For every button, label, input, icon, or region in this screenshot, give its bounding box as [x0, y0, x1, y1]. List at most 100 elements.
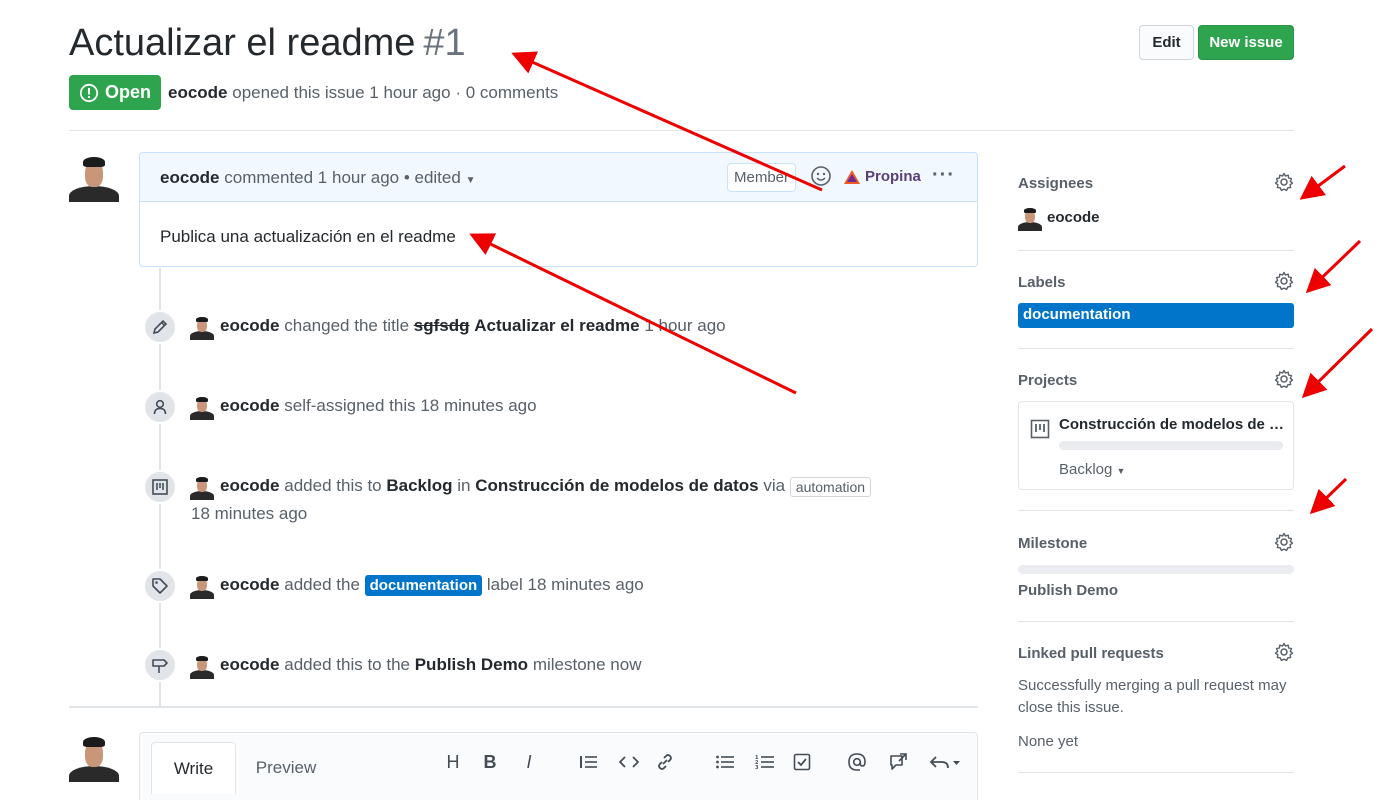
milestone-link[interactable]: Publish Demo	[415, 655, 528, 674]
gear-icon[interactable]	[1274, 532, 1294, 557]
annotation-arrow	[1309, 477, 1348, 515]
reply-icon[interactable]	[926, 750, 966, 774]
sidebar-heading[interactable]: Milestone	[1018, 535, 1294, 552]
tab-write[interactable]: Write	[151, 742, 236, 794]
comment-meta[interactable]: commented 1 hour ago • edited	[224, 168, 461, 187]
issue-title: Actualizar el readme #1	[69, 22, 466, 65]
code-icon[interactable]	[616, 750, 642, 774]
avatar[interactable]	[190, 316, 214, 340]
sidebar-milestone: Milestone	[1018, 532, 1294, 552]
avatar[interactable]	[190, 575, 214, 599]
avatar[interactable]	[190, 396, 214, 420]
timeline-author-link[interactable]: eocode	[220, 396, 280, 415]
timeline-time[interactable]: 1 hour ago	[644, 316, 725, 335]
pencil-icon	[143, 310, 177, 344]
avatar[interactable]	[69, 735, 119, 782]
timeline-self-assign: eocode self-assigned this 18 minutes ago	[220, 396, 537, 416]
avatar[interactable]	[190, 655, 214, 679]
mention-icon[interactable]	[844, 750, 870, 774]
gear-icon[interactable]	[1274, 642, 1294, 667]
sidebar-heading[interactable]: Labels	[1018, 274, 1294, 291]
timeline-title-change: eocode changed the title sgfsdg Actualiz…	[220, 316, 726, 336]
gear-icon[interactable]	[1274, 369, 1294, 394]
issue-author-link[interactable]: eocode	[168, 83, 228, 102]
caret-down-icon: ▼	[1116, 466, 1126, 476]
timeline-action-text: milestone now	[532, 655, 642, 674]
project-card: Construcción de modelos de datos Backlog…	[1018, 401, 1294, 490]
annotation-arrow	[1301, 327, 1374, 399]
chevron-down-icon[interactable]: ▼	[466, 175, 476, 186]
sidebar-heading[interactable]: Linked pull requests	[1018, 645, 1294, 662]
project-column-name: Backlog	[386, 476, 453, 495]
milestone-icon	[143, 648, 177, 682]
cross-reference-icon[interactable]	[885, 750, 911, 774]
comment-author-link[interactable]: eocode	[160, 168, 220, 187]
gear-icon[interactable]	[1274, 271, 1294, 296]
avatar[interactable]	[1018, 207, 1042, 231]
avatar[interactable]	[69, 155, 119, 202]
timeline-author-link[interactable]: eocode	[220, 655, 280, 674]
timeline-action-text: added the	[284, 575, 360, 594]
project-link[interactable]: Construcción de modelos de datos	[1059, 416, 1285, 433]
sidebar-divider	[1018, 621, 1294, 622]
assignee-name[interactable]: eocode	[1047, 209, 1100, 226]
bold-icon[interactable]: B	[477, 750, 503, 774]
unordered-list-icon[interactable]	[712, 750, 738, 774]
comment-author-line: eocode commented 1 hour ago • edited ▼	[160, 168, 475, 188]
sidebar-heading[interactable]: Projects	[1018, 372, 1294, 389]
timeline-label-add: eocode added the documentation label 18 …	[220, 575, 644, 597]
propina-label: Propina	[865, 168, 921, 185]
issue-number: #1	[423, 22, 466, 64]
issue-comment: eocode commented 1 hour ago • edited ▼ M…	[139, 152, 978, 267]
milestone-link[interactable]: Publish Demo	[1018, 582, 1118, 599]
timeline-end-divider	[69, 706, 978, 708]
automation-badge: automation	[789, 476, 872, 497]
sidebar-divider	[1018, 250, 1294, 251]
timeline-via-text: via	[763, 476, 786, 495]
comment-body: Publica una actualización en el readme	[160, 227, 456, 246]
sidebar-heading[interactable]: Assignees	[1018, 175, 1294, 192]
tab-preview[interactable]: Preview	[240, 742, 332, 794]
new-issue-button[interactable]: New issue	[1198, 25, 1294, 60]
header-divider	[69, 130, 1294, 131]
issue-opened-icon	[79, 83, 99, 102]
avatar[interactable]	[190, 476, 214, 500]
issue-meta-text: opened this issue 1 hour ago · 0 comment…	[232, 83, 559, 102]
status-badge: Open	[69, 75, 162, 110]
propina-button[interactable]: Propina	[843, 168, 921, 185]
timeline-time[interactable]: 18 minutes ago	[191, 504, 307, 524]
sidebar-linked-prs: Linked pull requests	[1018, 642, 1294, 662]
timeline-author-link[interactable]: eocode	[220, 575, 280, 594]
smiley-icon[interactable]	[810, 165, 832, 192]
old-title: sgfsdg	[413, 316, 470, 335]
person-icon	[143, 390, 177, 424]
status-label: Open	[105, 82, 152, 102]
comment-header: eocode commented 1 hour ago • edited ▼ M…	[140, 153, 977, 202]
timeline-author-link[interactable]: eocode	[220, 476, 280, 495]
label-documentation[interactable]: documentation	[364, 575, 483, 597]
milestone-progress-bar	[1018, 565, 1294, 574]
link-icon[interactable]	[652, 750, 678, 774]
member-badge: Member	[727, 163, 797, 192]
project-icon	[1030, 419, 1050, 444]
timeline-action-text: added this to the	[284, 655, 410, 674]
project-column-dropdown[interactable]: Backlog ▼	[1059, 461, 1125, 478]
annotation-arrow	[1299, 164, 1346, 200]
edit-button[interactable]: Edit	[1139, 25, 1194, 60]
project-link[interactable]: Construcción de modelos de datos	[475, 476, 758, 495]
gear-icon[interactable]	[1274, 172, 1294, 197]
new-title: Actualizar el readme	[474, 316, 640, 335]
kebab-menu-icon[interactable]: ···	[932, 164, 955, 187]
quote-icon[interactable]	[576, 750, 602, 774]
timeline-action-text: added this to	[284, 476, 382, 495]
label-documentation[interactable]: documentation	[1018, 303, 1294, 328]
timeline-milestone-add: eocode added this to the Publish Demo mi…	[220, 655, 641, 675]
timeline-in-text: in	[457, 476, 471, 495]
project-icon	[143, 470, 177, 504]
heading-icon[interactable]: H	[440, 750, 466, 774]
italic-icon[interactable]: I	[516, 750, 542, 774]
timeline-action-text: self-assigned this 18 minutes ago	[284, 396, 537, 415]
task-list-icon[interactable]	[789, 750, 815, 774]
ordered-list-icon[interactable]: 123	[752, 750, 778, 774]
timeline-author-link[interactable]: eocode	[220, 316, 280, 335]
